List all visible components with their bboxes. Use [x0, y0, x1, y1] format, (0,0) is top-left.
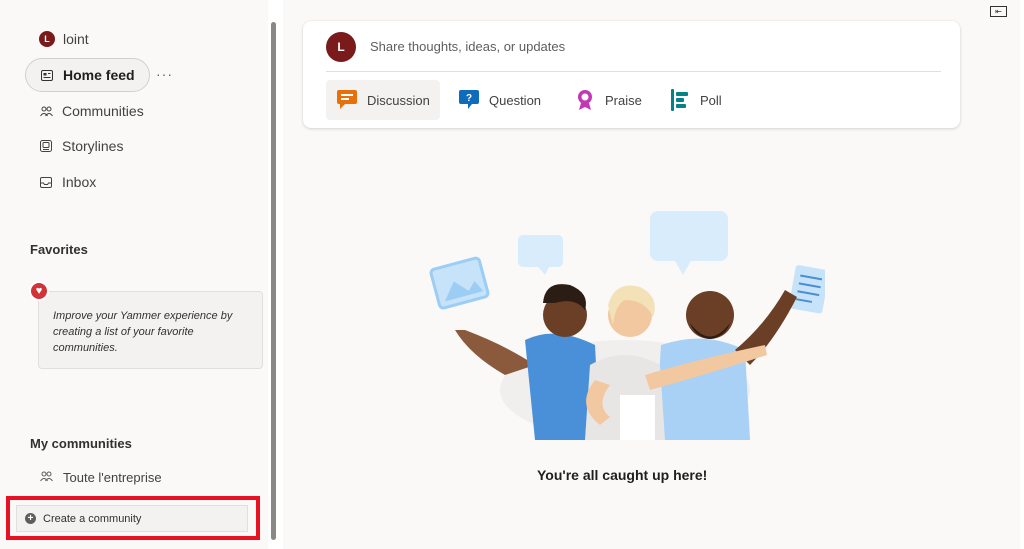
more-options-button[interactable]: ··· [156, 66, 173, 82]
tab-question[interactable]: ? Question [448, 80, 551, 120]
my-communities-heading: My communities [30, 436, 132, 451]
nav-home-feed-label: Home feed [63, 67, 135, 83]
community-item-label: Toute l'entreprise [63, 470, 162, 485]
tab-praise-label: Praise [605, 92, 642, 108]
highlight-box: + Create a community [6, 496, 260, 540]
community-item[interactable]: Toute l'entreprise [40, 470, 162, 485]
communities-icon [39, 104, 53, 118]
discussion-icon [336, 89, 358, 111]
tab-poll-label: Poll [700, 92, 722, 108]
inbox-icon [39, 175, 53, 189]
create-community-button[interactable]: + Create a community [16, 505, 248, 532]
tab-poll[interactable]: Poll [659, 80, 732, 120]
tab-praise[interactable]: Praise [564, 80, 652, 120]
collapse-panel-icon[interactable]: ⇤ [990, 6, 1007, 17]
nav-home-feed[interactable]: Home feed [25, 58, 150, 92]
user-name: loint [63, 31, 89, 47]
composer-divider [326, 71, 941, 72]
nav-storylines-label: Storylines [62, 138, 124, 154]
nav-storylines[interactable]: Storylines [25, 129, 137, 163]
nav-inbox-label: Inbox [62, 174, 97, 190]
poll-icon [669, 89, 691, 111]
nav-communities[interactable]: Communities [25, 94, 158, 128]
home-feed-icon [40, 68, 54, 82]
user-avatar: L [39, 31, 55, 47]
tab-discussion[interactable]: Discussion [326, 80, 440, 120]
user-profile-link[interactable]: L loint [25, 22, 103, 56]
plus-circle-icon: + [25, 513, 36, 524]
tab-discussion-label: Discussion [367, 92, 430, 108]
community-icon [40, 471, 53, 485]
svg-text:?: ? [466, 93, 472, 104]
favorites-heading: Favorites [30, 242, 88, 257]
create-community-label: Create a community [43, 512, 142, 525]
favorites-hint-text: Improve your Yammer experience by creati… [53, 310, 233, 354]
nav-inbox[interactable]: Inbox [25, 165, 110, 199]
favorites-hint-card: Improve your Yammer experience by creati… [38, 291, 263, 369]
composer-input[interactable]: Share thoughts, ideas, or updates [370, 39, 565, 54]
storylines-icon [39, 139, 53, 153]
praise-icon [574, 89, 596, 111]
tab-question-label: Question [489, 92, 542, 108]
nav-communities-label: Communities [62, 103, 144, 119]
composer-avatar: L [326, 32, 356, 62]
left-sidebar: L loint Home feed ··· Communities Storyl… [0, 0, 268, 549]
caught-up-illustration [429, 211, 825, 440]
empty-feed-message: You're all caught up here! [537, 467, 708, 483]
heart-icon: ♥ [29, 281, 49, 301]
question-icon: ? [458, 89, 480, 111]
post-composer: L Share thoughts, ideas, or updates Disc… [303, 21, 960, 128]
sidebar-scrollbar[interactable] [271, 22, 276, 540]
